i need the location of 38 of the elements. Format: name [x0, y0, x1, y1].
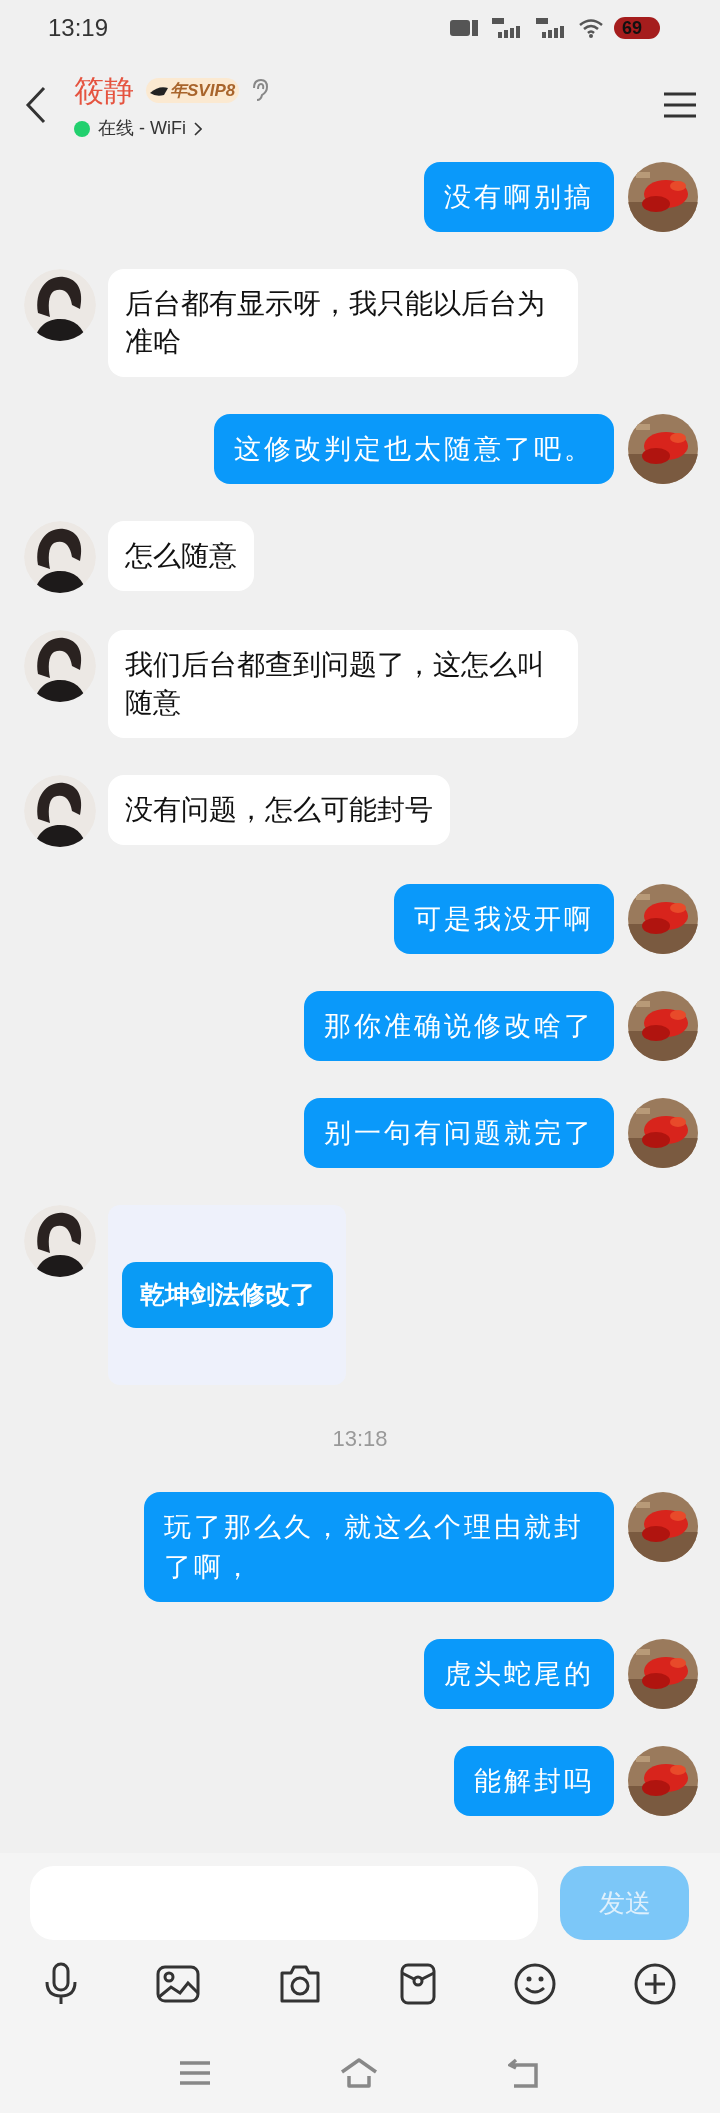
vip-badge: 年SVIP8 — [146, 77, 240, 104]
message-bubble[interactable]: 怎么随意 — [108, 521, 254, 591]
wifi-icon — [578, 18, 604, 38]
back-icon[interactable] — [24, 86, 48, 124]
message-bubble[interactable]: 可是我没开啊 — [394, 884, 614, 954]
battery-icon: 69 — [614, 17, 660, 39]
image-message-text: 乾坤剑法修改了 — [121, 1262, 333, 1328]
avatar[interactable] — [24, 775, 96, 847]
image-icon[interactable] — [156, 1965, 200, 2003]
online-status[interactable]: 在线 - WiFi — [98, 115, 186, 142]
message-bubble[interactable]: 玩了那么久，就这么个理由就封了啊， — [144, 1492, 614, 1602]
menu-icon[interactable] — [664, 92, 696, 118]
sunglasses-icon — [150, 84, 168, 97]
emoji-icon[interactable] — [514, 1963, 556, 2005]
image-message[interactable]: 乾坤剑法修改了 — [108, 1205, 346, 1385]
message-bubble[interactable]: 没有问题，怎么可能封号 — [108, 775, 450, 845]
message-bubble[interactable]: 那你准确说修改啥了 — [304, 991, 614, 1061]
camera-icon[interactable] — [278, 1965, 322, 2003]
message-bubble[interactable]: 别一句有问题就完了 — [304, 1098, 614, 1168]
avatar[interactable] — [24, 521, 96, 593]
message-bubble[interactable]: 没有啊别搞 — [424, 162, 614, 232]
message-bubble[interactable]: 这修改判定也太随意了吧。 — [214, 414, 614, 484]
message-bubble[interactable]: 后台都有显示呀，我只能以后台为准哈 — [108, 269, 578, 377]
avatar[interactable] — [24, 630, 96, 702]
timestamp: 13:18 — [332, 1425, 388, 1453]
add-icon[interactable] — [634, 1963, 676, 2005]
microphone-icon[interactable] — [44, 1962, 78, 2006]
envelope-icon[interactable] — [400, 1963, 436, 2005]
avatar[interactable] — [24, 1205, 96, 1277]
message-bubble[interactable]: 虎头蛇尾的 — [424, 1639, 614, 1709]
avatar[interactable] — [24, 269, 96, 341]
chevron-icon[interactable] — [194, 121, 202, 136]
message-bubble[interactable]: 我们后台都查到问题了，这怎么叫随意 — [108, 630, 578, 738]
contact-name: 筱静 — [74, 73, 134, 109]
message-bubble[interactable]: 能解封吗 — [454, 1746, 614, 1816]
ear-icon[interactable] — [251, 77, 270, 104]
status-time: 13:19 — [48, 13, 109, 43]
home-icon[interactable] — [340, 2058, 378, 2088]
